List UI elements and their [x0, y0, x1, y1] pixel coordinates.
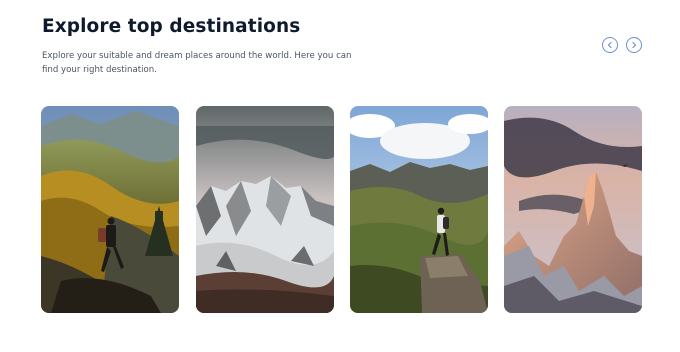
- section-title: Explore top destinations: [42, 16, 301, 37]
- chevron-left-icon: [606, 41, 614, 49]
- destination-image: [196, 106, 334, 313]
- destination-card-sunset-peak[interactable]: [504, 106, 642, 313]
- previous-button[interactable]: [602, 37, 618, 53]
- destination-card-snowy-mountain[interactable]: [196, 106, 334, 313]
- destination-image: [41, 106, 179, 313]
- destination-image: [350, 106, 488, 313]
- destination-card-autumn-valley[interactable]: [41, 106, 179, 313]
- destinations-section: Explore top destinations Explore your su…: [0, 0, 680, 352]
- destination-card-green-alpine[interactable]: [350, 106, 488, 313]
- destination-image: [504, 106, 642, 313]
- next-button[interactable]: [626, 37, 642, 53]
- section-description: Explore your suitable and dream places a…: [42, 51, 352, 75]
- chevron-right-icon: [630, 41, 638, 49]
